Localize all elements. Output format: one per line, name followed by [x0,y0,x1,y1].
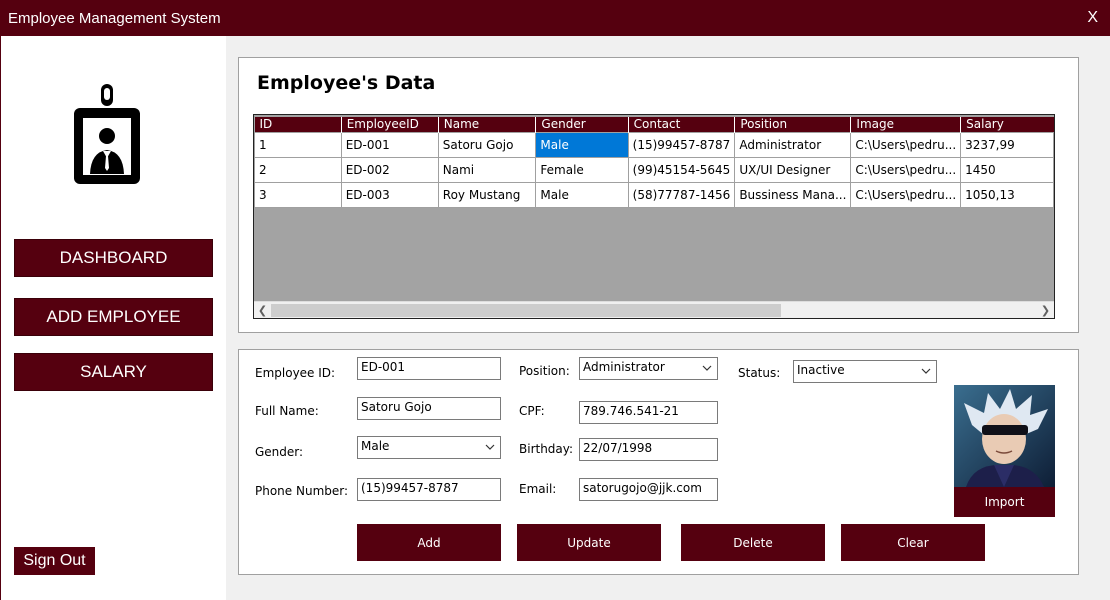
table-cell[interactable]: C:\Users\pedru... [850,131,962,158]
window-title: Employee Management System [8,10,221,27]
table-cell[interactable]: Female [535,156,629,183]
table-cell[interactable]: Roy Mustang [437,181,537,208]
table-cell[interactable]: Bussiness Mana... [734,181,852,208]
table-cell[interactable]: Administrator [734,131,852,158]
chevron-down-icon [921,368,931,374]
employee-photo [954,385,1055,487]
position-label: Position: [519,364,570,378]
employee-data-panel: Employee's Data ID EmployeeID Name Gende… [238,57,1079,333]
position-select[interactable]: Administrator [579,357,718,380]
nav-dashboard-button[interactable]: DASHBOARD [14,239,213,277]
email-label: Email: [519,482,557,496]
phone-number-input[interactable]: (15)99457-8787 [357,478,501,501]
table-cell[interactable]: (99)45154-5645 [627,156,736,183]
column-header-contact[interactable]: Contact [627,117,735,132]
column-header-salary[interactable]: Salary [960,117,1054,132]
column-header-id[interactable]: ID [254,117,342,132]
close-button[interactable]: X [1087,9,1098,27]
nav-add-employee-button[interactable]: ADD EMPLOYEE [14,298,213,336]
update-button[interactable]: Update [517,524,661,561]
table-row[interactable]: 3 ED-003 Roy Mustang Male (58)77787-1456… [254,181,1054,208]
status-select-value: Inactive [797,363,845,377]
employee-photo-area: Import [954,385,1055,517]
scrollbar-thumb[interactable] [271,304,781,317]
sidebar: DASHBOARD ADD EMPLOYEE SALARY Sign Out [0,36,226,600]
status-select[interactable]: Inactive [793,360,937,383]
sign-out-button[interactable]: Sign Out [14,547,95,575]
status-label: Status: [738,366,781,380]
table-cell[interactable]: 2 [254,156,342,183]
column-header-position[interactable]: Position [734,117,851,132]
table-cell[interactable]: 1450 [960,156,1054,183]
column-header-gender[interactable]: Gender [535,117,629,132]
scroll-left-icon[interactable]: ❮ [254,303,271,318]
clear-button[interactable]: Clear [841,524,985,561]
table-cell[interactable]: ED-002 [340,156,439,183]
gender-select[interactable]: Male [357,436,501,459]
table-cell[interactable]: ED-001 [340,131,439,158]
table-cell[interactable]: 1050,13 [960,181,1054,208]
table-cell[interactable]: (58)77787-1456 [627,181,736,208]
employee-table: ID EmployeeID Name Gender Contact Positi… [254,117,1054,208]
title-bar: Employee Management System X [0,0,1110,36]
birthday-label: Birthday: [519,442,574,456]
add-button[interactable]: Add [357,524,501,561]
delete-button[interactable]: Delete [681,524,825,561]
employee-id-label: Employee ID: [255,366,336,380]
phone-number-label: Phone Number: [255,484,349,498]
cpf-label: CPF: [519,404,545,418]
table-cell[interactable]: Nami [437,156,537,183]
table-cell[interactable]: UX/UI Designer [734,156,852,183]
table-cell[interactable]: 1 [254,131,342,158]
email-input[interactable]: satorugojo@jjk.com [579,478,718,501]
scroll-right-icon[interactable]: ❯ [1037,303,1054,318]
table-cell[interactable]: 3 [254,181,342,208]
chevron-down-icon [702,365,712,371]
table-row[interactable]: 2 ED-002 Nami Female (99)45154-5645 UX/U… [254,156,1054,183]
table-row[interactable]: 1 ED-001 Satoru Gojo Male (15)99457-8787… [254,131,1054,158]
full-name-label: Full Name: [255,404,319,418]
birthday-input[interactable]: 22/07/1998 [579,438,718,461]
import-button[interactable]: Import [954,487,1055,517]
full-name-input[interactable]: Satoru Gojo [357,397,501,420]
employee-data-grid[interactable]: ID EmployeeID Name Gender Contact Positi… [253,114,1055,319]
table-cell[interactable]: 3237,99 [960,131,1054,158]
table-cell[interactable]: Satoru Gojo [437,131,537,158]
employee-id-input[interactable]: ED-001 [357,357,501,380]
gender-label: Gender: [255,445,304,459]
column-header-name[interactable]: Name [437,117,536,132]
table-cell-selected[interactable]: Male [535,131,629,158]
column-header-image[interactable]: Image [850,117,961,132]
table-cell[interactable]: Male [535,181,629,208]
table-header-row: ID EmployeeID Name Gender Contact Positi… [254,117,1054,132]
employee-badge-icon [74,84,140,184]
nav-salary-button[interactable]: SALARY [14,353,213,391]
chevron-down-icon [485,444,495,450]
horizontal-scrollbar[interactable]: ❮ ❯ [254,301,1054,318]
position-select-value: Administrator [583,360,665,374]
table-cell[interactable]: (15)99457-8787 [627,131,736,158]
panel-title: Employee's Data [257,72,436,94]
column-header-employeeid[interactable]: EmployeeID [340,117,439,132]
table-cell[interactable]: C:\Users\pedru... [850,181,962,208]
employee-form-panel: Employee ID: ED-001 Full Name: Satoru Go… [238,349,1079,575]
table-cell[interactable]: C:\Users\pedru... [850,156,962,183]
gender-select-value: Male [361,439,390,453]
cpf-input[interactable]: 789.746.541-21 [579,401,718,424]
table-cell[interactable]: ED-003 [340,181,439,208]
